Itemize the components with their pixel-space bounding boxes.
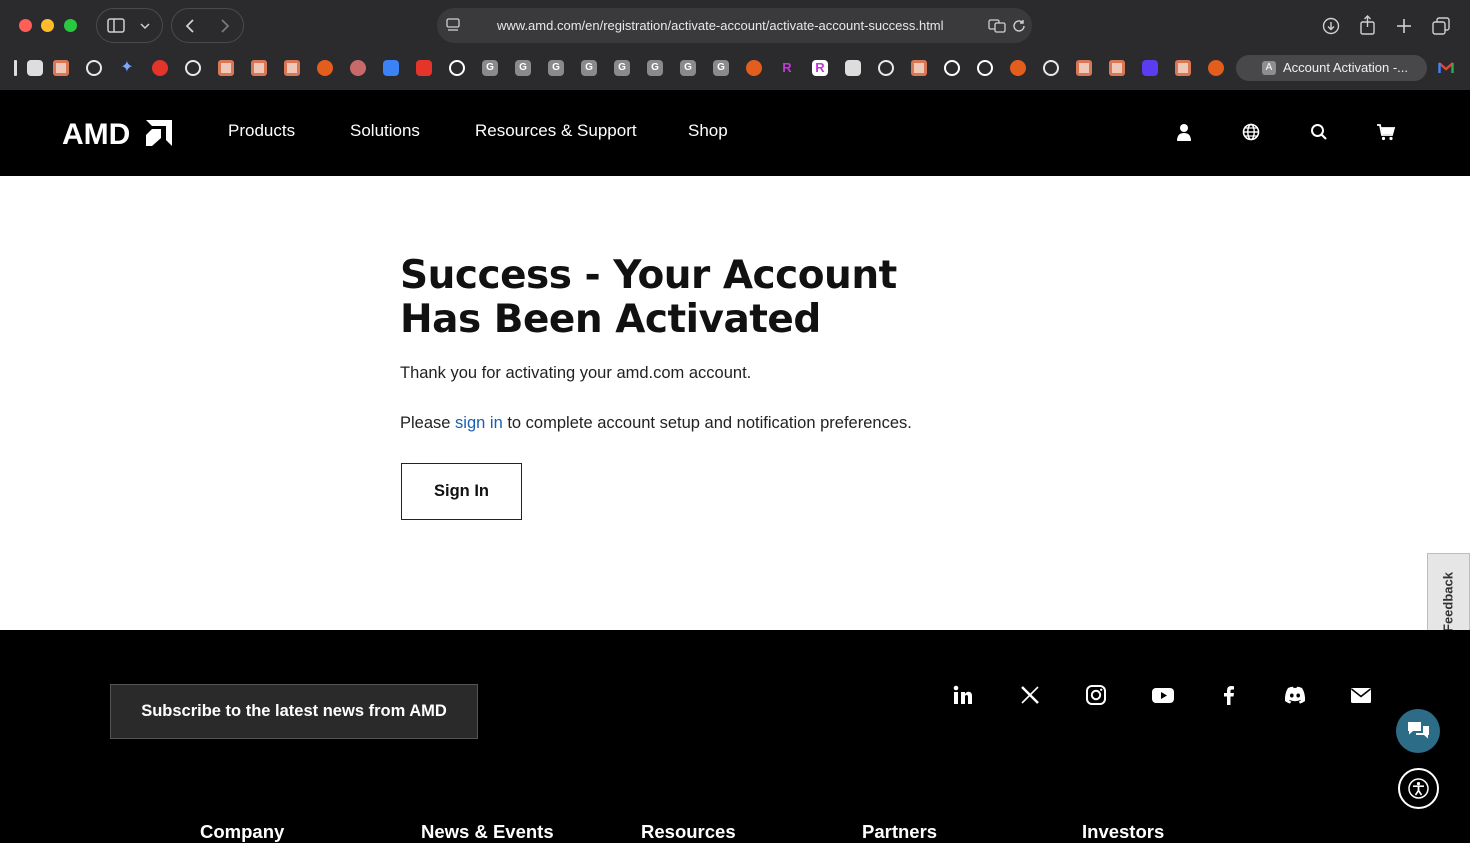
g-bookmark-icon[interactable]: G — [581, 60, 597, 76]
back-icon[interactable] — [184, 18, 196, 34]
claude-bookmark-icon-3[interactable] — [251, 60, 267, 76]
g-bookmark-icon[interactable]: G — [548, 60, 564, 76]
forward-icon[interactable] — [219, 18, 231, 34]
facebook-icon[interactable] — [1218, 684, 1240, 706]
x-twitter-icon[interactable] — [1019, 684, 1041, 706]
claude-bookmark-icon-2[interactable] — [218, 60, 234, 76]
chat-bubbles-icon — [1408, 722, 1429, 739]
page-settings-icon[interactable] — [446, 18, 460, 32]
claude-bookmark-icon-4[interactable] — [284, 60, 300, 76]
duckduckgo-bookmark-icon-4[interactable] — [1208, 60, 1224, 76]
profile-bookmark-icon[interactable] — [27, 60, 43, 76]
globe-icon[interactable] — [1241, 122, 1261, 142]
zoom-window-button[interactable] — [64, 19, 77, 32]
nav-solutions[interactable]: Solutions — [350, 121, 420, 141]
openai-bookmark-icon-4[interactable] — [1043, 60, 1059, 76]
tab-overview-icon[interactable] — [1432, 17, 1450, 35]
cart-icon[interactable] — [1376, 122, 1396, 142]
footer-heading-company[interactable]: Company — [200, 821, 284, 843]
sidebar-icon — [107, 18, 125, 33]
g-bookmark-icon[interactable]: G — [515, 60, 531, 76]
footer-heading-investors[interactable]: Investors — [1082, 821, 1164, 843]
profile-bookmark-icon-2[interactable] — [845, 60, 861, 76]
page-title-line-1: Success - Your Account — [400, 253, 897, 298]
instructions-prefix: Please — [400, 414, 456, 432]
translate-icon[interactable] — [988, 19, 1006, 33]
search-icon[interactable] — [1309, 122, 1329, 142]
minimize-window-button[interactable] — [41, 19, 54, 32]
active-tab[interactable]: A Account Activation -... — [1236, 55, 1427, 81]
accessibility-button[interactable] — [1398, 768, 1439, 809]
duckduckgo-bookmark-icon-3[interactable] — [1010, 60, 1026, 76]
browser-chrome: www.amd.com/en/registration/activate-acc… — [0, 0, 1470, 90]
close-window-button[interactable] — [19, 19, 32, 32]
share-icon[interactable] — [1359, 15, 1376, 35]
gemini-bookmark-icon[interactable]: ✦ — [119, 60, 135, 76]
claude-bookmark-icon[interactable] — [53, 60, 69, 76]
claude-bookmark-icon-7[interactable] — [1109, 60, 1125, 76]
tab-favicon: A — [1262, 61, 1276, 75]
thank-you-text: Thank you for activating your amd.com ac… — [400, 364, 752, 382]
blue-bookmark-icon[interactable] — [383, 60, 399, 76]
sidebar-toggle-group[interactable] — [96, 8, 163, 43]
nav-shop[interactable]: Shop — [688, 121, 728, 141]
instructions-suffix: to complete account setup and notificati… — [502, 414, 912, 432]
tab-title: Account Activation -... — [1283, 60, 1409, 75]
discord-icon[interactable] — [1283, 684, 1307, 706]
history-nav-group — [171, 8, 244, 43]
openai-bookmark-icon-3[interactable] — [878, 60, 894, 76]
chat-button[interactable] — [1396, 709, 1440, 753]
duckduckgo-bookmark-icon[interactable] — [317, 60, 333, 76]
red-bookmark-icon[interactable] — [416, 60, 432, 76]
subscribe-button[interactable]: Subscribe to the latest news from AMD — [110, 684, 478, 739]
sign-in-instructions: Please sign in to complete account setup… — [400, 414, 912, 433]
g-bookmark-icon[interactable]: G — [680, 60, 696, 76]
reload-icon[interactable] — [1012, 19, 1026, 33]
email-icon[interactable] — [1350, 684, 1372, 706]
openai-bookmark-icon[interactable] — [86, 60, 102, 76]
g-bookmark-icon[interactable]: G — [713, 60, 729, 76]
page-title-line-2: Has Been Activated — [400, 297, 821, 342]
footer-heading-partners[interactable]: Partners — [862, 821, 937, 843]
instagram-icon[interactable] — [1085, 684, 1107, 706]
footer-heading-news-events[interactable]: News & Events — [421, 821, 554, 843]
linkedin-icon[interactable] — [952, 684, 974, 706]
duckduckgo-bookmark-icon-2[interactable] — [746, 60, 762, 76]
claude-bookmark-icon-5[interactable] — [911, 60, 927, 76]
crab-bookmark-icon[interactable] — [350, 60, 366, 76]
claude-bookmark-icon-6[interactable] — [1076, 60, 1092, 76]
github-bookmark-icon[interactable] — [449, 60, 465, 76]
gmail-icon[interactable] — [1438, 61, 1454, 74]
nav-products[interactable]: Products — [228, 121, 295, 141]
page-title: Success - Your Account Has Been Activate… — [400, 254, 920, 342]
youtube-icon[interactable] — [1151, 684, 1175, 706]
g-bookmark-icon[interactable]: G — [482, 60, 498, 76]
openai-bookmark-icon-2[interactable] — [185, 60, 201, 76]
sign-in-button[interactable]: Sign In — [401, 463, 522, 520]
new-tab-icon[interactable] — [1396, 18, 1412, 34]
g-bookmark-icon[interactable]: G — [647, 60, 663, 76]
r-bookmark-icon-2[interactable]: R — [812, 60, 828, 76]
r-bookmark-icon[interactable]: R — [779, 60, 795, 76]
nav-resources-support[interactable]: Resources & Support — [475, 121, 637, 141]
github-bookmark-icon-2[interactable] — [944, 60, 960, 76]
purple-bookmark-icon[interactable] — [1142, 60, 1158, 76]
amd-arrow-logo-icon[interactable] — [146, 120, 172, 146]
claude-bookmark-icon-8[interactable] — [1175, 60, 1191, 76]
url-text: www.amd.com/en/registration/activate-acc… — [497, 18, 944, 33]
github-bookmark-icon-3[interactable] — [977, 60, 993, 76]
g-bookmark-icon[interactable]: G — [614, 60, 630, 76]
user-account-icon[interactable] — [1174, 122, 1194, 142]
bookmark-edge — [14, 60, 17, 76]
feedback-label: Feedback — [1440, 572, 1456, 632]
chevron-down-icon — [140, 23, 150, 30]
address-bar[interactable]: www.amd.com/en/registration/activate-acc… — [437, 8, 1032, 43]
downloads-icon[interactable] — [1322, 17, 1340, 35]
accessibility-icon — [1408, 778, 1429, 799]
weibo-bookmark-icon[interactable] — [152, 60, 168, 76]
amd-logo-text[interactable]: AMD — [62, 118, 130, 152]
footer-heading-resources[interactable]: Resources — [641, 821, 736, 843]
sign-in-link[interactable]: sign in — [455, 414, 503, 432]
